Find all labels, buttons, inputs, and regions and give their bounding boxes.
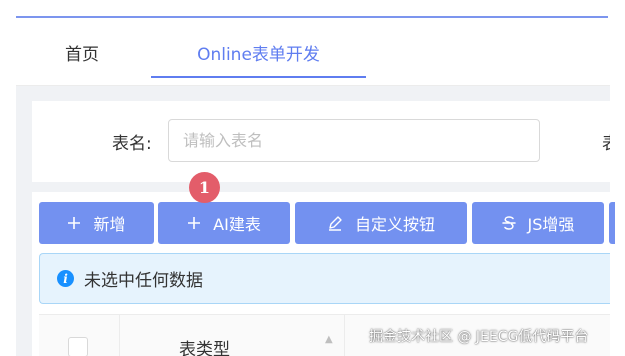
- custom-button-label: 自定义按钮: [354, 215, 435, 234]
- tab-home[interactable]: 首页: [52, 18, 112, 86]
- select-all-checkbox[interactable]: [68, 337, 88, 356]
- strikethrough-icon: [501, 215, 516, 231]
- pen-icon: [327, 215, 343, 231]
- info-icon: i: [57, 270, 74, 287]
- js-enhance-label: JS增强: [527, 215, 575, 234]
- step-number-badge: 1: [189, 172, 220, 203]
- add-button-label: 新增: [93, 215, 126, 234]
- plus-icon: [187, 216, 201, 230]
- ai-create-table-label: AI建表: [213, 215, 261, 234]
- sort-icon[interactable]: ▲: [325, 335, 333, 345]
- active-tab-underline: [151, 76, 366, 78]
- watermark: 掘金技术社区 @ JEECG低代码平台: [369, 329, 589, 345]
- search-card: 表名: 表: [32, 101, 610, 182]
- tab-bar: 首页 Online表单开发: [16, 18, 610, 86]
- selection-alert-text: 未选中任何数据: [84, 271, 203, 291]
- js-enhance-button[interactable]: JS增强: [472, 202, 604, 244]
- selection-alert: i 未选中任何数据: [39, 253, 610, 304]
- ai-create-table-button[interactable]: AI建表: [158, 202, 290, 244]
- plus-icon: [67, 216, 81, 230]
- more-button[interactable]: [609, 202, 615, 244]
- next-field-label: 表: [602, 129, 610, 154]
- table-name-label: 表名:: [112, 134, 152, 154]
- column-header-table-type[interactable]: 表类型: [179, 335, 230, 356]
- column-divider: [119, 315, 120, 356]
- custom-button-button[interactable]: 自定义按钮: [295, 202, 467, 244]
- table-name-input[interactable]: [168, 119, 540, 162]
- column-divider: [344, 315, 345, 356]
- add-button[interactable]: 新增: [39, 202, 154, 244]
